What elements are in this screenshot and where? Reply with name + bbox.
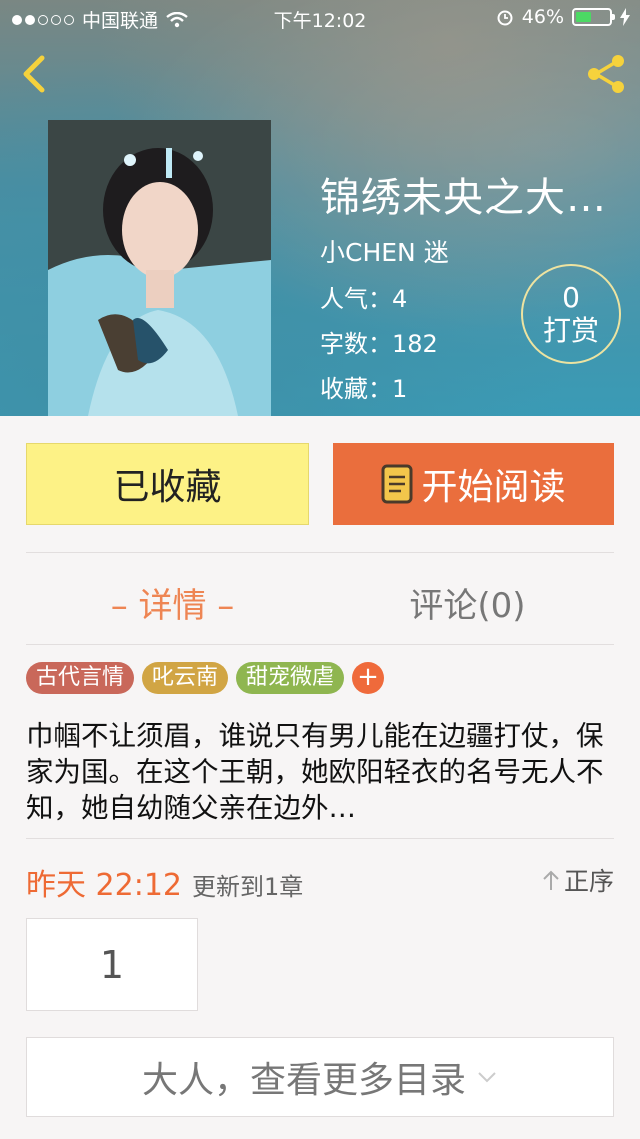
update-info: 昨天 22:12 更新到1章 — [26, 860, 303, 904]
book-cover-image[interactable] — [48, 120, 271, 416]
divider — [26, 552, 614, 553]
reward-label: 打赏 — [542, 314, 599, 347]
alarm-icon — [497, 10, 513, 26]
battery-percent: 46% — [521, 6, 564, 28]
tag-list: 古代言情 叱云南 甜宠微虐 + — [26, 662, 385, 694]
update-text: 更新到1章 — [192, 873, 304, 901]
divider — [26, 644, 614, 645]
book-icon — [381, 464, 413, 504]
start-reading-button[interactable]: 开始阅读 — [333, 443, 614, 525]
tag-item[interactable]: 叱云南 — [142, 662, 229, 694]
update-time: 昨天 22:12 — [26, 868, 182, 903]
charging-icon — [620, 8, 630, 26]
share-icon — [588, 55, 624, 93]
battery-icon — [572, 8, 615, 26]
share-button[interactable] — [582, 50, 630, 98]
arrow-up-icon — [543, 870, 559, 890]
start-reading-label: 开始阅读 — [421, 467, 566, 508]
tag-item[interactable]: 古代言情 — [26, 662, 135, 694]
favorites-stat: 收藏：1 — [320, 375, 408, 403]
more-catalog-label: 大人，查看更多目录 — [141, 1060, 466, 1101]
chevron-down-icon — [478, 1072, 496, 1083]
more-catalog-button[interactable]: 大人，查看更多目录 — [26, 1037, 614, 1117]
sort-order-label: 正序 — [563, 867, 614, 896]
back-button[interactable] — [14, 52, 54, 96]
tab-detail[interactable]: – 详情 – — [100, 578, 245, 627]
divider — [26, 838, 614, 839]
favorite-button[interactable]: 已收藏 — [26, 443, 309, 525]
tab-comments[interactable]: 评论(0) — [400, 578, 535, 627]
book-description[interactable]: 巾帼不让须眉，谁说只有男儿能在边疆打仗，保家为国。在这个王朝，她欧阳轻衣的名号无… — [26, 718, 616, 826]
chevron-left-icon — [23, 55, 45, 93]
sort-order-button[interactable]: 正序 — [542, 862, 614, 898]
chapter-item[interactable]: 1 — [26, 918, 198, 1011]
chapter-number: 1 — [99, 942, 125, 987]
book-title: 锦绣未央之大… — [320, 175, 607, 221]
reward-count: 0 — [562, 281, 580, 314]
favorite-label: 已收藏 — [113, 467, 222, 508]
add-tag-button[interactable]: + — [352, 662, 385, 694]
reward-button[interactable]: 0 打赏 — [521, 264, 621, 364]
status-bar: 中国联通 下午12:02 46% — [0, 0, 640, 36]
tag-item[interactable]: 甜宠微虐 — [236, 662, 345, 694]
